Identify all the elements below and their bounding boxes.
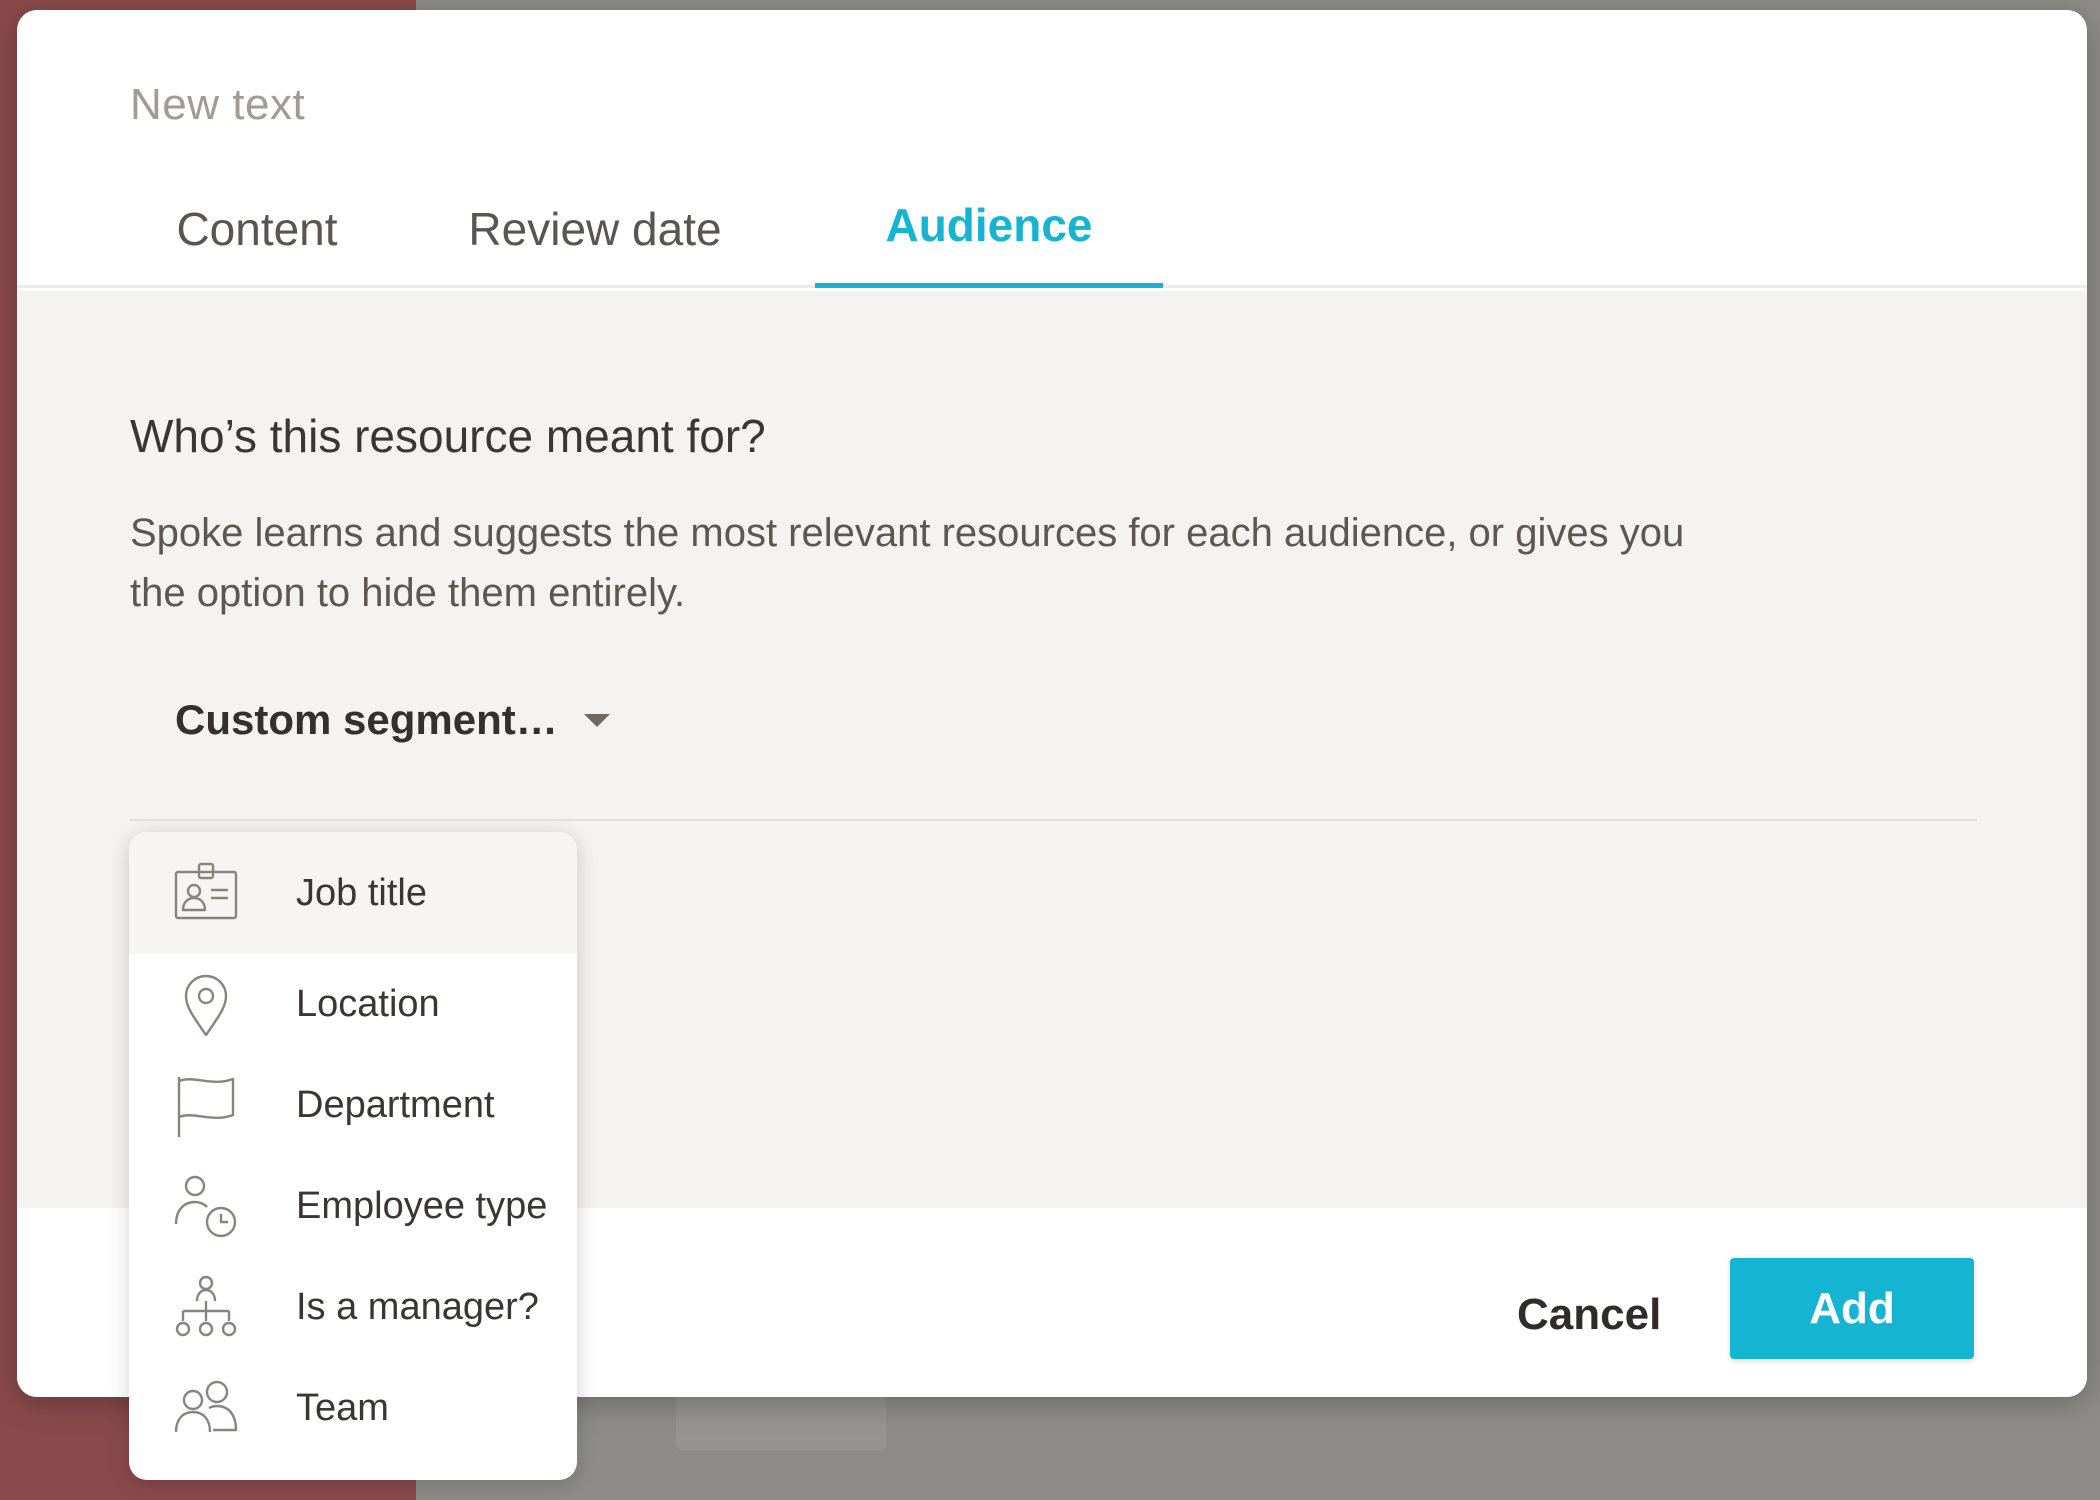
segment-select[interactable]: Custom segment… — [175, 696, 610, 744]
menu-item-label: Is a manager? — [296, 1286, 539, 1328]
menu-item-team[interactable]: Team — [129, 1358, 577, 1459]
menu-item-department[interactable]: Department — [129, 1055, 577, 1156]
segment-select-label: Custom segment… — [175, 696, 558, 743]
caret-down-icon — [583, 713, 610, 727]
tab-content[interactable]: Content — [137, 170, 377, 288]
audience-question: Who’s this resource meant for? — [130, 410, 766, 462]
org-chart-icon — [173, 1275, 239, 1341]
flag-icon — [173, 1073, 239, 1139]
segment-menu: Job title Location Department Employee t… — [129, 832, 577, 1480]
menu-item-label: Department — [296, 1084, 495, 1126]
cancel-button[interactable]: Cancel — [1517, 1290, 1661, 1340]
divider — [130, 819, 1977, 821]
menu-item-label: Location — [296, 983, 440, 1025]
menu-item-location[interactable]: Location — [129, 954, 577, 1055]
menu-item-label: Job title — [296, 871, 427, 914]
tab-audience[interactable]: Audience — [815, 170, 1163, 288]
tab-review-date[interactable]: Review date — [445, 170, 745, 288]
modal-title: New text — [130, 80, 306, 129]
menu-item-label: Employee type — [296, 1185, 548, 1227]
tab-bar: Content Review date Audience — [17, 170, 2087, 288]
menu-item-is-a-manager[interactable]: Is a manager? — [129, 1257, 577, 1358]
menu-item-employee-type[interactable]: Employee type — [129, 1156, 577, 1257]
add-button[interactable]: Add — [1730, 1258, 1974, 1359]
person-clock-icon — [173, 1174, 239, 1240]
menu-item-label: Team — [296, 1387, 389, 1429]
audience-description: Spoke learns and suggests the most relev… — [130, 511, 1685, 615]
menu-item-job-title[interactable]: Job title — [129, 832, 577, 954]
team-icon — [173, 1376, 239, 1442]
map-pin-icon — [173, 972, 239, 1038]
id-badge-icon — [173, 860, 239, 926]
